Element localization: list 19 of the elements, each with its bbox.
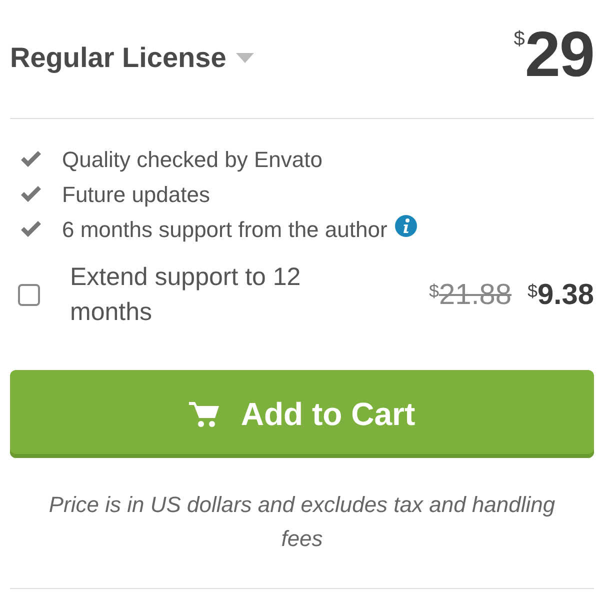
- cart-icon: [188, 400, 219, 428]
- check-icon: [20, 150, 42, 168]
- currency-symbol: $: [428, 280, 439, 302]
- feature-text: Quality checked by Envato: [62, 146, 322, 172]
- original-price: 21.88: [438, 278, 512, 312]
- feature-text: Future updates: [62, 182, 210, 208]
- info-icon[interactable]: [395, 214, 418, 236]
- currency-symbol: $: [514, 28, 525, 51]
- license-title[interactable]: Regular License: [10, 42, 226, 74]
- check-icon: [20, 186, 42, 204]
- dropdown-caret-icon[interactable]: [236, 53, 254, 63]
- price-note: Price is in US dollars and excludes tax and handling fees: [48, 491, 556, 553]
- extend-support-label[interactable]: Extend support to 12 months: [70, 260, 350, 330]
- currency-symbol: $: [528, 280, 538, 302]
- check-icon: [20, 220, 42, 238]
- feature-text: 6 months support from the author: [62, 216, 388, 242]
- extend-checkbox[interactable]: [18, 284, 40, 306]
- discount-price: 9.38: [538, 278, 594, 312]
- license-price: 29: [524, 22, 594, 86]
